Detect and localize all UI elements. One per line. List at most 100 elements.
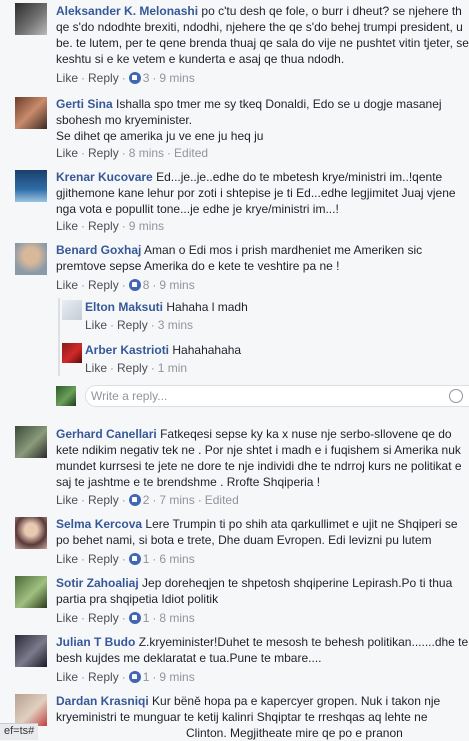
like-button[interactable]: Like — [85, 318, 107, 332]
status-bar: ef=ts# — [0, 723, 39, 740]
comment-actions: Like · Reply · 3 mins — [85, 318, 194, 332]
commenter-name[interactable]: Aleksander K. Melonashi — [56, 4, 198, 18]
comment-text-line: keshtu si e ke vetem e kunderta e asaj q… — [56, 52, 345, 66]
avatar[interactable] — [15, 97, 47, 129]
avatar[interactable] — [15, 243, 47, 275]
comment-actions: Like · Reply · 1 · 6 mins — [56, 552, 195, 566]
avatar[interactable] — [15, 3, 47, 35]
like-button[interactable]: Like — [56, 552, 78, 566]
commenter-name[interactable]: Julian T Budo — [56, 635, 135, 649]
comment-actions: Like · Reply · 8 mins · Edited — [56, 146, 209, 160]
comment-text-line: kryeministri te munguar te ketij kalinri… — [56, 710, 428, 724]
like-button[interactable]: Like — [56, 493, 78, 507]
reply-button[interactable]: Reply — [117, 318, 148, 332]
comment-text-line: besh kujdes me deklaratat e tua.Pune te … — [56, 651, 322, 665]
timestamp[interactable]: 7 mins — [159, 493, 194, 507]
commenter-name[interactable]: Elton Maksuti — [85, 300, 163, 314]
comment-text-line: po behet nami, si bota e trete, Dhe duam… — [56, 533, 432, 547]
commenter-name[interactable]: Dardan Krasniqi — [56, 694, 149, 708]
comment-actions: Like · Reply · 1 min — [85, 361, 188, 375]
comment-actions: Like · Reply · 1 · 9 mins — [56, 670, 195, 684]
reply-button[interactable]: Reply — [88, 71, 119, 85]
reply-button[interactable]: Reply — [88, 552, 119, 566]
comment-text-line: Ishalla spo tmer me sy tkeq Donaldi, Edo… — [116, 97, 442, 111]
commenter-name[interactable]: Selma Kercova — [56, 517, 142, 531]
avatar[interactable] — [15, 694, 47, 726]
like-button[interactable]: Like — [56, 71, 78, 85]
comment-text-line: Clinton. Megjitheate mire qe po e pranon — [186, 726, 403, 740]
like-button[interactable]: Like — [85, 361, 107, 375]
comment-body: Aleksander K. Melonashi po c'tu desh qe … — [56, 3, 469, 67]
like-reaction-icon[interactable] — [128, 671, 141, 683]
reply-button[interactable]: Reply — [88, 611, 119, 625]
reply-button[interactable]: Reply — [117, 361, 148, 375]
commenter-name[interactable]: Arber Kastrioti — [85, 343, 169, 357]
comment-actions: Like · Reply · 1 · 8 mins — [56, 611, 195, 625]
comment-body: Dardan Krasniqi Kur bëně hopa pa e kaper… — [56, 693, 469, 741]
timestamp[interactable]: 9 mins — [129, 219, 164, 233]
commenter-name[interactable]: Benard Goxhaj — [56, 243, 141, 257]
comment-text-line: Kur bëně hopa pa e kapercyer gropen. Nuk… — [152, 694, 441, 708]
reply-button[interactable]: Reply — [88, 670, 119, 684]
emoji-icon[interactable] — [449, 389, 463, 403]
comment-body: Arber Kastrioti Hahahahaha — [85, 342, 469, 358]
like-button[interactable]: Like — [56, 611, 78, 625]
comment-text-line: po c'tu desh qe fole, o burr i dheut? se… — [201, 4, 462, 18]
like-button[interactable]: Like — [56, 219, 78, 233]
comment-text-line: Fatkeqesi sepse ky ka x nuse nje serbo-s… — [160, 427, 452, 441]
reply-button[interactable]: Reply — [88, 146, 119, 160]
avatar[interactable] — [15, 517, 47, 549]
comment-text-line: qe s'do ndodhte brexiti, ndodhi, njehere… — [56, 20, 463, 34]
reply-button[interactable]: Reply — [88, 493, 119, 507]
comment-text-line: Z.kryeminister!Duhet te mesosh te behesh… — [138, 635, 469, 649]
like-button[interactable]: Like — [56, 278, 78, 292]
avatar[interactable] — [62, 300, 82, 320]
comment-body: Sotir Zahoaliaj Jep doreheqjen te shpeto… — [56, 575, 469, 607]
avatar[interactable] — [15, 576, 47, 608]
comment-text-line: partia pra shqipetia Idiot politik — [56, 592, 219, 606]
reply-input-placeholder: Write a reply... — [91, 389, 168, 403]
timestamp[interactable]: 9 mins — [159, 670, 194, 684]
edited-label[interactable]: Edited — [174, 146, 208, 160]
comment-text-line: gjithemone kane lehur por zoti i shtepis… — [56, 186, 456, 200]
timestamp[interactable]: 3 mins — [158, 318, 193, 332]
comment-text-line: Aman o Edi mos i prish mardheniet me Ame… — [144, 243, 423, 257]
reply-input[interactable]: Write a reply... — [85, 385, 469, 407]
reply-button[interactable]: Reply — [88, 278, 119, 292]
comment-text-line: saj te jashtme e te brendshme . Rrofte S… — [56, 475, 321, 489]
avatar[interactable] — [15, 170, 47, 202]
reply-thread-line — [58, 298, 60, 376]
timestamp[interactable]: 9 mins — [159, 278, 194, 292]
reply-button[interactable]: Reply — [88, 219, 119, 233]
like-reaction-icon[interactable] — [128, 612, 141, 624]
avatar[interactable] — [15, 426, 47, 458]
comment-text-line: Se dihet qe amerika ju ve ene ju heq ju — [56, 129, 264, 143]
comment-body: Gerti Sina Ishalla spo tmer me sy tkeq D… — [56, 96, 469, 144]
edited-label[interactable]: Edited — [205, 493, 239, 507]
like-button[interactable]: Like — [56, 146, 78, 160]
comment-text-line: Ed...je..je..edhe do te mbetesh krye/min… — [156, 170, 443, 184]
like-button[interactable]: Like — [56, 670, 78, 684]
comment-body: Benard Goxhaj Aman o Edi mos i prish mar… — [56, 242, 469, 274]
like-reaction-icon[interactable] — [128, 553, 141, 565]
comment-actions: Like · Reply · 2 · 7 mins · Edited — [56, 493, 239, 507]
timestamp[interactable]: 9 mins — [159, 71, 194, 85]
comment-text-line: Hahaha l madh — [166, 300, 248, 314]
comment-text-line: premtove sepse Amerika do e kete te vesh… — [56, 259, 340, 273]
avatar[interactable] — [15, 635, 47, 667]
timestamp[interactable]: 8 mins — [129, 146, 164, 160]
commenter-name[interactable]: Gerti Sina — [56, 97, 113, 111]
timestamp[interactable]: 6 mins — [159, 552, 194, 566]
comment-body: Julian T Budo Z.kryeminister!Duhet te me… — [56, 634, 469, 666]
comment-text-line: mundet kurrsesi te jete ne dore te nje i… — [56, 459, 462, 473]
timestamp[interactable]: 1 min — [158, 361, 187, 375]
timestamp[interactable]: 8 mins — [159, 611, 194, 625]
like-reaction-icon[interactable] — [128, 279, 141, 291]
commenter-name[interactable]: Gerhard Canellari — [56, 427, 157, 441]
like-reaction-icon[interactable] — [128, 494, 141, 506]
current-user-avatar — [56, 386, 76, 406]
like-reaction-icon[interactable] — [128, 72, 141, 84]
commenter-name[interactable]: Sotir Zahoaliaj — [56, 576, 139, 590]
avatar[interactable] — [62, 343, 82, 363]
commenter-name[interactable]: Krenar Kucovare — [56, 170, 153, 184]
